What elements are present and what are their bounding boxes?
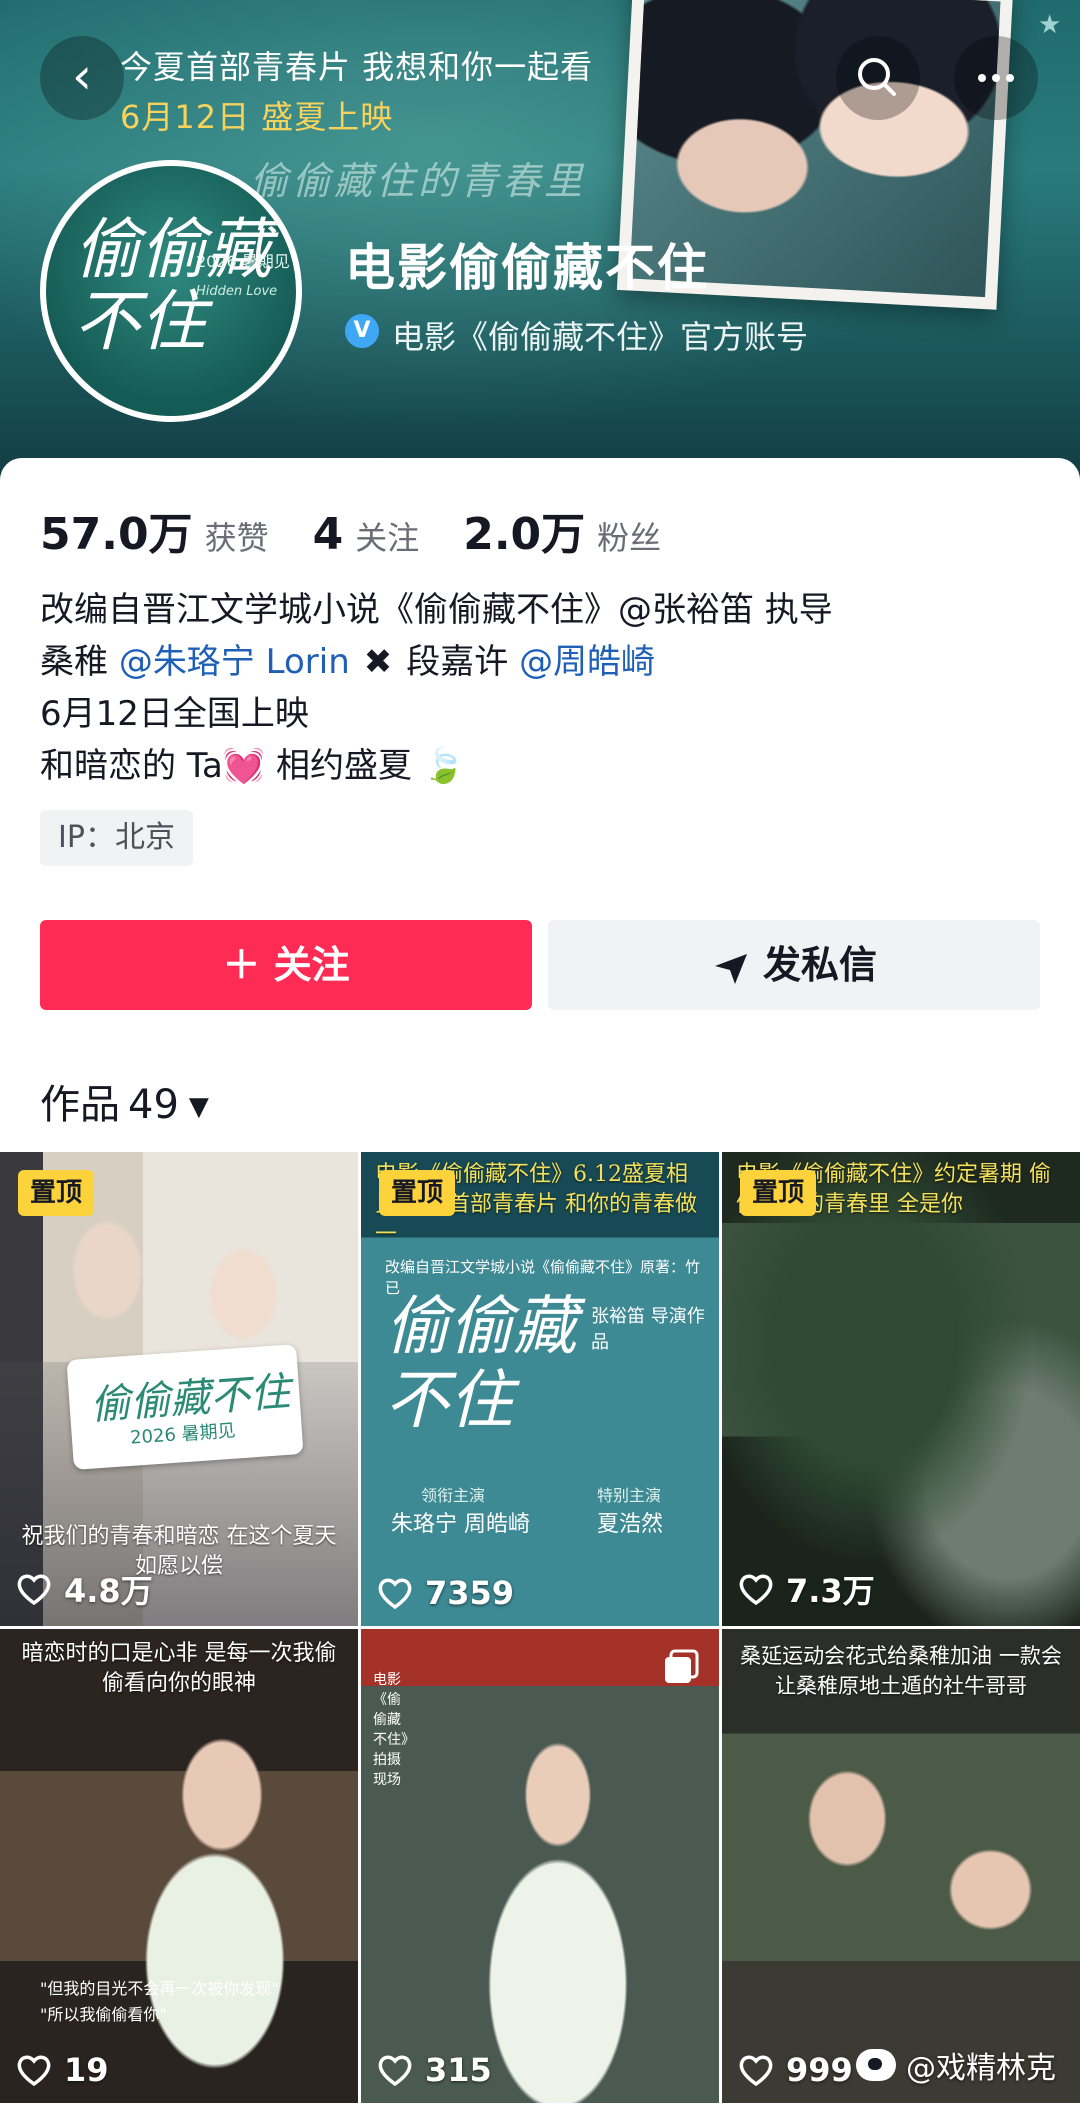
- banner-promo-line-1: 今夏首部青春片 我想和你一起看: [120, 48, 594, 86]
- bio-line-3: 6月12日全国上映: [40, 694, 309, 734]
- cross-icon: ✖: [363, 642, 393, 682]
- chevron-left-icon: ‹: [72, 47, 92, 105]
- tile-leads-label: 领衔主演: [421, 1486, 486, 1505]
- verified-icon: V: [345, 314, 379, 348]
- followers-count[interactable]: 2.0万: [463, 498, 585, 562]
- bio-text: 相约盛夏: [265, 746, 412, 786]
- followers-label[interactable]: 粉丝: [597, 513, 661, 559]
- heart-outline-icon: [378, 2055, 412, 2087]
- bio-line-1: 改编自晋江文学城小说《偷偷藏不住》@张裕笛 执导: [40, 590, 833, 630]
- watermark-text: @戏精林克: [906, 2051, 1056, 2086]
- avatar[interactable]: 偷偷藏不住 2026 暑期见 Hidden Love: [40, 160, 302, 422]
- video-tile[interactable]: 偷偷藏不住 2026 暑期见 祝我们的青春和暗恋 在这个夏天如愿以偿 置顶 4.…: [0, 1152, 358, 1626]
- tile-sub-caption: "但我的目光不会再一次被你发现": [40, 1979, 279, 1998]
- heart-outline-icon: [739, 1574, 773, 1606]
- weibo-watermark: @戏精林克: [856, 2043, 1056, 2087]
- tile-caption: 桑延运动会花式给桑稚加油 一款会让桑稚原地土遁的社牛哥哥: [740, 1644, 1062, 1698]
- weibo-icon: [856, 2049, 896, 2081]
- bio-text: 和暗恋的 Ta: [40, 746, 223, 786]
- following-label[interactable]: 关注: [355, 513, 419, 559]
- search-icon: [858, 58, 896, 96]
- more-button[interactable]: [954, 36, 1038, 120]
- heart-outline-icon: [739, 2055, 773, 2087]
- message-button-label: 发私信: [762, 943, 877, 987]
- like-count: 4.8万: [16, 1566, 153, 1612]
- banner-promo-line-2: 6月12日 盛夏上映: [120, 98, 394, 136]
- bio-text: 桑稚: [40, 642, 119, 682]
- message-button[interactable]: 发私信: [548, 920, 1040, 1010]
- tile-special: 夏浩然: [597, 1512, 664, 1537]
- star-decoration-icon: ★: [1038, 10, 1062, 40]
- tile-caption: 暗恋时的口是心非 是每一次我偷偷看向你的眼神: [21, 1641, 337, 1696]
- send-icon: [714, 953, 747, 984]
- heart-emoji-icon: 💓: [222, 746, 266, 786]
- leaf-emoji-icon: 🍃: [422, 746, 466, 786]
- profile-bio: 改编自晋江文学城小说《偷偷藏不住》@张裕笛 执导 桑稚 @朱珞宁 Lorin ✖ 段…: [40, 584, 1050, 792]
- like-count: 315: [377, 2051, 492, 2089]
- works-tab[interactable]: 作品 49 ▼: [40, 1072, 209, 1130]
- like-count: 7.3万: [738, 1566, 875, 1612]
- tile-director: 张裕笛 导演作品: [591, 1306, 705, 1353]
- caret-down-icon: ▼: [188, 1092, 209, 1122]
- tile-leads: 朱珞宁 周皓崎: [391, 1512, 530, 1537]
- tile-logo-text: 偷偷藏不住: [385, 1290, 577, 1438]
- more-icon: [978, 74, 1014, 82]
- works-label: 作品: [40, 1082, 120, 1128]
- video-tile[interactable]: 暗恋时的口是心非 是每一次我偷偷看向你的眼神 "但我的目光不会再一次被你发现" …: [0, 1629, 358, 2103]
- bio-line-2: 桑稚 @朱珞宁 Lorin ✖ 段嘉许 @周皓崎: [40, 636, 1050, 688]
- mention-link[interactable]: @周皓崎: [519, 642, 655, 682]
- likes-label: 获赞: [204, 519, 269, 557]
- bio-text: 段嘉许: [406, 642, 520, 682]
- avatar-logo-en: Hidden Love: [196, 284, 278, 299]
- tile-special-label: 特别主演: [597, 1486, 662, 1505]
- video-tile[interactable]: 电影《偷偷藏不住》拍摄现场 315: [361, 1629, 719, 2103]
- search-button[interactable]: [836, 36, 920, 120]
- heart-outline-icon: [17, 2055, 51, 2087]
- multi-image-icon: [665, 1649, 699, 1683]
- profile-panel: 57.0万 获赞 4 关注 2.0万 粉丝 改编自晋江文学城小说《偷偷藏不住》@…: [0, 458, 1080, 1148]
- pinned-badge: 置顶: [18, 1170, 95, 1216]
- back-button[interactable]: ‹: [40, 36, 124, 120]
- ip-location-tag: IP：北京: [40, 810, 193, 866]
- heart-outline-icon: [17, 1574, 51, 1606]
- banner-script-text: 偷偷藏住的青春里: [250, 159, 587, 203]
- tile-sub-caption: "所以我偷偷看你": [40, 2005, 167, 2024]
- following-count[interactable]: 4: [313, 509, 344, 560]
- video-tile[interactable]: 电影《偷偷藏不住》约定暑期 偷偷藏住的青春里 全是你 置顶 7.3万: [722, 1152, 1080, 1626]
- bio-line-4: 和暗恋的 Ta💓 相约盛夏 🍃: [40, 740, 1050, 792]
- pinned-badge: 置顶: [740, 1170, 817, 1216]
- video-grid: 偷偷藏不住 2026 暑期见 祝我们的青春和暗恋 在这个夏天如愿以偿 置顶 4.…: [0, 1152, 1080, 2109]
- likes-count: 57.0万: [40, 509, 193, 560]
- pinned-badge: 置顶: [379, 1170, 456, 1216]
- tile-caption: 电影《偷偷藏不住》拍摄现场: [373, 1672, 408, 1788]
- heart-outline-icon: [378, 1578, 412, 1610]
- account-name: 电影偷偷藏不住: [345, 239, 709, 297]
- video-tile[interactable]: 桑延运动会花式给桑稚加油 一款会让桑稚原地土遁的社牛哥哥 999: [722, 1629, 1080, 2103]
- like-count: 7359: [377, 1574, 514, 1612]
- profile-stats: 57.0万 获赞 4 关注 2.0万 粉丝: [40, 498, 705, 562]
- verified-description: 电影《偷偷藏不住》官方账号: [392, 318, 809, 356]
- mention-link[interactable]: @朱珞宁 Lorin: [119, 642, 350, 682]
- follow-button[interactable]: ＋ 关注: [40, 920, 532, 1010]
- video-tile[interactable]: 电影《偷偷藏不住》6.12盛夏相见 今夏首部青春片 和你的青春做一 改编自晋江文…: [361, 1152, 719, 1626]
- profile-banner: ★ 偷偷藏住的青春里 ‹ 今夏首部青春片 我想和你一起看 6月12日 盛夏上映 …: [0, 0, 1080, 480]
- like-count: 999: [738, 2051, 853, 2089]
- avatar-logo-year: 2026 暑期见: [196, 252, 290, 271]
- like-count: 19: [16, 2051, 109, 2089]
- works-count: 49: [128, 1082, 179, 1128]
